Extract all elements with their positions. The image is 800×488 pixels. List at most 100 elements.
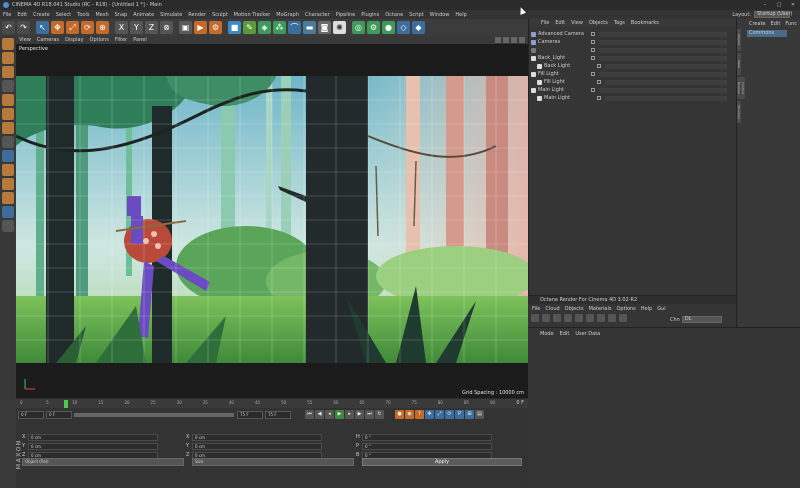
prev-key-icon[interactable]: ◀ (315, 410, 324, 419)
model-mode-icon[interactable] (1, 52, 14, 64)
y-axis-icon[interactable]: Y (130, 21, 143, 34)
layout-select[interactable]: Startup (User) (754, 11, 792, 18)
octane-pause-icon[interactable] (553, 314, 561, 322)
visibility-toggle[interactable] (591, 72, 595, 76)
attr-menu-edit[interactable]: Edit (560, 331, 570, 337)
solo-icon[interactable] (1, 220, 14, 232)
coord-size-x-field[interactable]: 0 cm (192, 433, 322, 441)
coord-size-y-field[interactable]: 0 cm (192, 442, 322, 450)
light-icon[interactable]: ✺ (333, 21, 346, 34)
vp-menu-filter[interactable]: Filter (115, 37, 127, 43)
vp-menu-cameras[interactable]: Cameras (37, 37, 59, 43)
menu-render[interactable]: Render (188, 12, 206, 18)
side-tab-content-browser[interactable]: Content Browser (737, 77, 745, 99)
floor-icon[interactable]: ▬ (303, 21, 316, 34)
autokey-icon[interactable]: ◉ (405, 410, 414, 419)
menu-create[interactable]: Create (33, 12, 50, 18)
menu-help[interactable]: Help (455, 12, 466, 18)
axis-mode-icon[interactable] (1, 150, 14, 162)
tag-area[interactable] (599, 87, 727, 93)
vp-menu-panel[interactable]: Panel (133, 37, 147, 43)
timeline-ruler[interactable]: 0 5 10 15 20 25 30 35 40 45 50 55 60 65 70 75 80 85 90 0 F (16, 398, 528, 408)
x-axis-icon[interactable]: X (115, 21, 128, 34)
loop-icon[interactable]: ↻ (375, 410, 384, 419)
menu-script[interactable]: Script (409, 12, 424, 18)
obj-menu-file[interactable]: File (541, 20, 549, 26)
vp-menu-display[interactable]: Display (65, 37, 83, 43)
object-row[interactable] (531, 46, 727, 54)
scale-key-icon[interactable]: ⤢ (435, 410, 444, 419)
octane-channel-select[interactable]: DL (681, 316, 722, 323)
next-key-icon[interactable]: ▶ (355, 410, 364, 419)
obj-menu-view[interactable]: View (571, 20, 583, 26)
end-frame-field[interactable]: 75 F (237, 410, 263, 419)
render-view-icon[interactable]: ▣ (179, 21, 192, 34)
subdivision-surface-icon[interactable]: ◈ (258, 21, 271, 34)
menu-file[interactable]: File (3, 12, 11, 18)
tag-area[interactable] (599, 55, 727, 61)
oct-menu-objects[interactable]: Objects (565, 306, 584, 312)
z-axis-icon[interactable]: Z (145, 21, 158, 34)
vp-zoom-icon[interactable] (503, 37, 509, 43)
side-tab-takes[interactable]: Takes (737, 53, 741, 75)
render-picture-viewer-icon[interactable]: ▶ (194, 21, 207, 34)
uv-mode-icon[interactable] (1, 136, 14, 148)
menu-pipeline[interactable]: Pipeline (336, 12, 356, 18)
menu-character[interactable]: Character (305, 12, 330, 18)
side-tab-structure[interactable]: Structure (737, 101, 741, 123)
world-coordinates-icon[interactable]: ⊗ (160, 21, 173, 34)
preview-range-slider[interactable] (74, 412, 234, 417)
array-icon[interactable]: ⁂ (273, 21, 286, 34)
perspective-viewport[interactable]: Perspective Grid Spacing: 10000 cm (16, 44, 528, 398)
tweak-mode-icon[interactable] (1, 164, 14, 176)
menu-sculpt[interactable]: Sculpt (212, 12, 228, 18)
coord-rot-h-field[interactable]: 0 ° (362, 433, 492, 441)
visibility-toggle[interactable] (591, 56, 595, 60)
oct-menu-file[interactable]: File (532, 306, 540, 312)
next-frame-icon[interactable]: ▸ (345, 410, 354, 419)
octane-region-icon[interactable] (575, 314, 583, 322)
snapping-icon[interactable] (1, 178, 14, 190)
visibility-toggle[interactable] (597, 80, 601, 84)
coord-pos-y-field[interactable]: 0 cm (28, 442, 158, 450)
points-mode-icon[interactable] (1, 94, 14, 106)
side-menu-create[interactable]: Create (749, 21, 766, 27)
menu-simulate[interactable]: Simulate (160, 12, 182, 18)
object-row[interactable]: Fill Light (531, 78, 727, 86)
tag-area[interactable] (605, 63, 727, 69)
render-settings-icon[interactable]: ⚙ (209, 21, 222, 34)
tag-area[interactable] (605, 79, 727, 85)
side-menu-func[interactable]: Func (785, 21, 797, 27)
live-select-icon[interactable]: ↖ (36, 21, 49, 34)
obj-menu-objects[interactable]: Objects (589, 20, 608, 26)
move-icon[interactable]: ✥ (51, 21, 64, 34)
octane-restart-icon[interactable] (542, 314, 550, 322)
rotate-icon[interactable]: ⟳ (81, 21, 94, 34)
obj-menu-bookmarks[interactable]: Bookmarks (631, 20, 659, 26)
scheme-icon[interactable]: ▤ (475, 410, 484, 419)
minimize-button[interactable]: – (758, 0, 772, 10)
object-row[interactable]: Main Light (531, 86, 727, 94)
octane-texture-icon[interactable]: ◇ (397, 21, 410, 34)
param-key-icon[interactable]: P (455, 410, 464, 419)
menu-edit[interactable]: Edit (17, 12, 27, 18)
lock-workplane-icon[interactable] (1, 192, 14, 204)
scale-icon[interactable]: ⤢ (66, 21, 79, 34)
tag-area[interactable] (599, 39, 727, 45)
object-row[interactable]: Back Light (531, 62, 727, 70)
record-keys-icon[interactable]: ● (395, 410, 404, 419)
coord-pos-x-field[interactable]: 0 cm (28, 433, 158, 441)
close-button[interactable]: ✕ (786, 0, 800, 10)
object-row[interactable]: Main Light (531, 94, 727, 102)
octane-lock-icon[interactable] (608, 314, 616, 322)
recent-tools-icon[interactable]: ⊕ (96, 21, 109, 34)
planar-workplane-icon[interactable] (1, 206, 14, 218)
object-row[interactable]: Advanced Camera (531, 30, 727, 38)
current-frame-field[interactable]: 0 F (46, 410, 72, 419)
maximize-button[interactable]: □ (772, 0, 786, 10)
menu-plugins[interactable]: Plugins (361, 12, 379, 18)
object-row[interactable]: Fill Light (531, 70, 727, 78)
apply-button[interactable]: Apply (362, 458, 522, 466)
visibility-toggle[interactable] (597, 96, 601, 100)
edges-mode-icon[interactable] (1, 108, 14, 120)
